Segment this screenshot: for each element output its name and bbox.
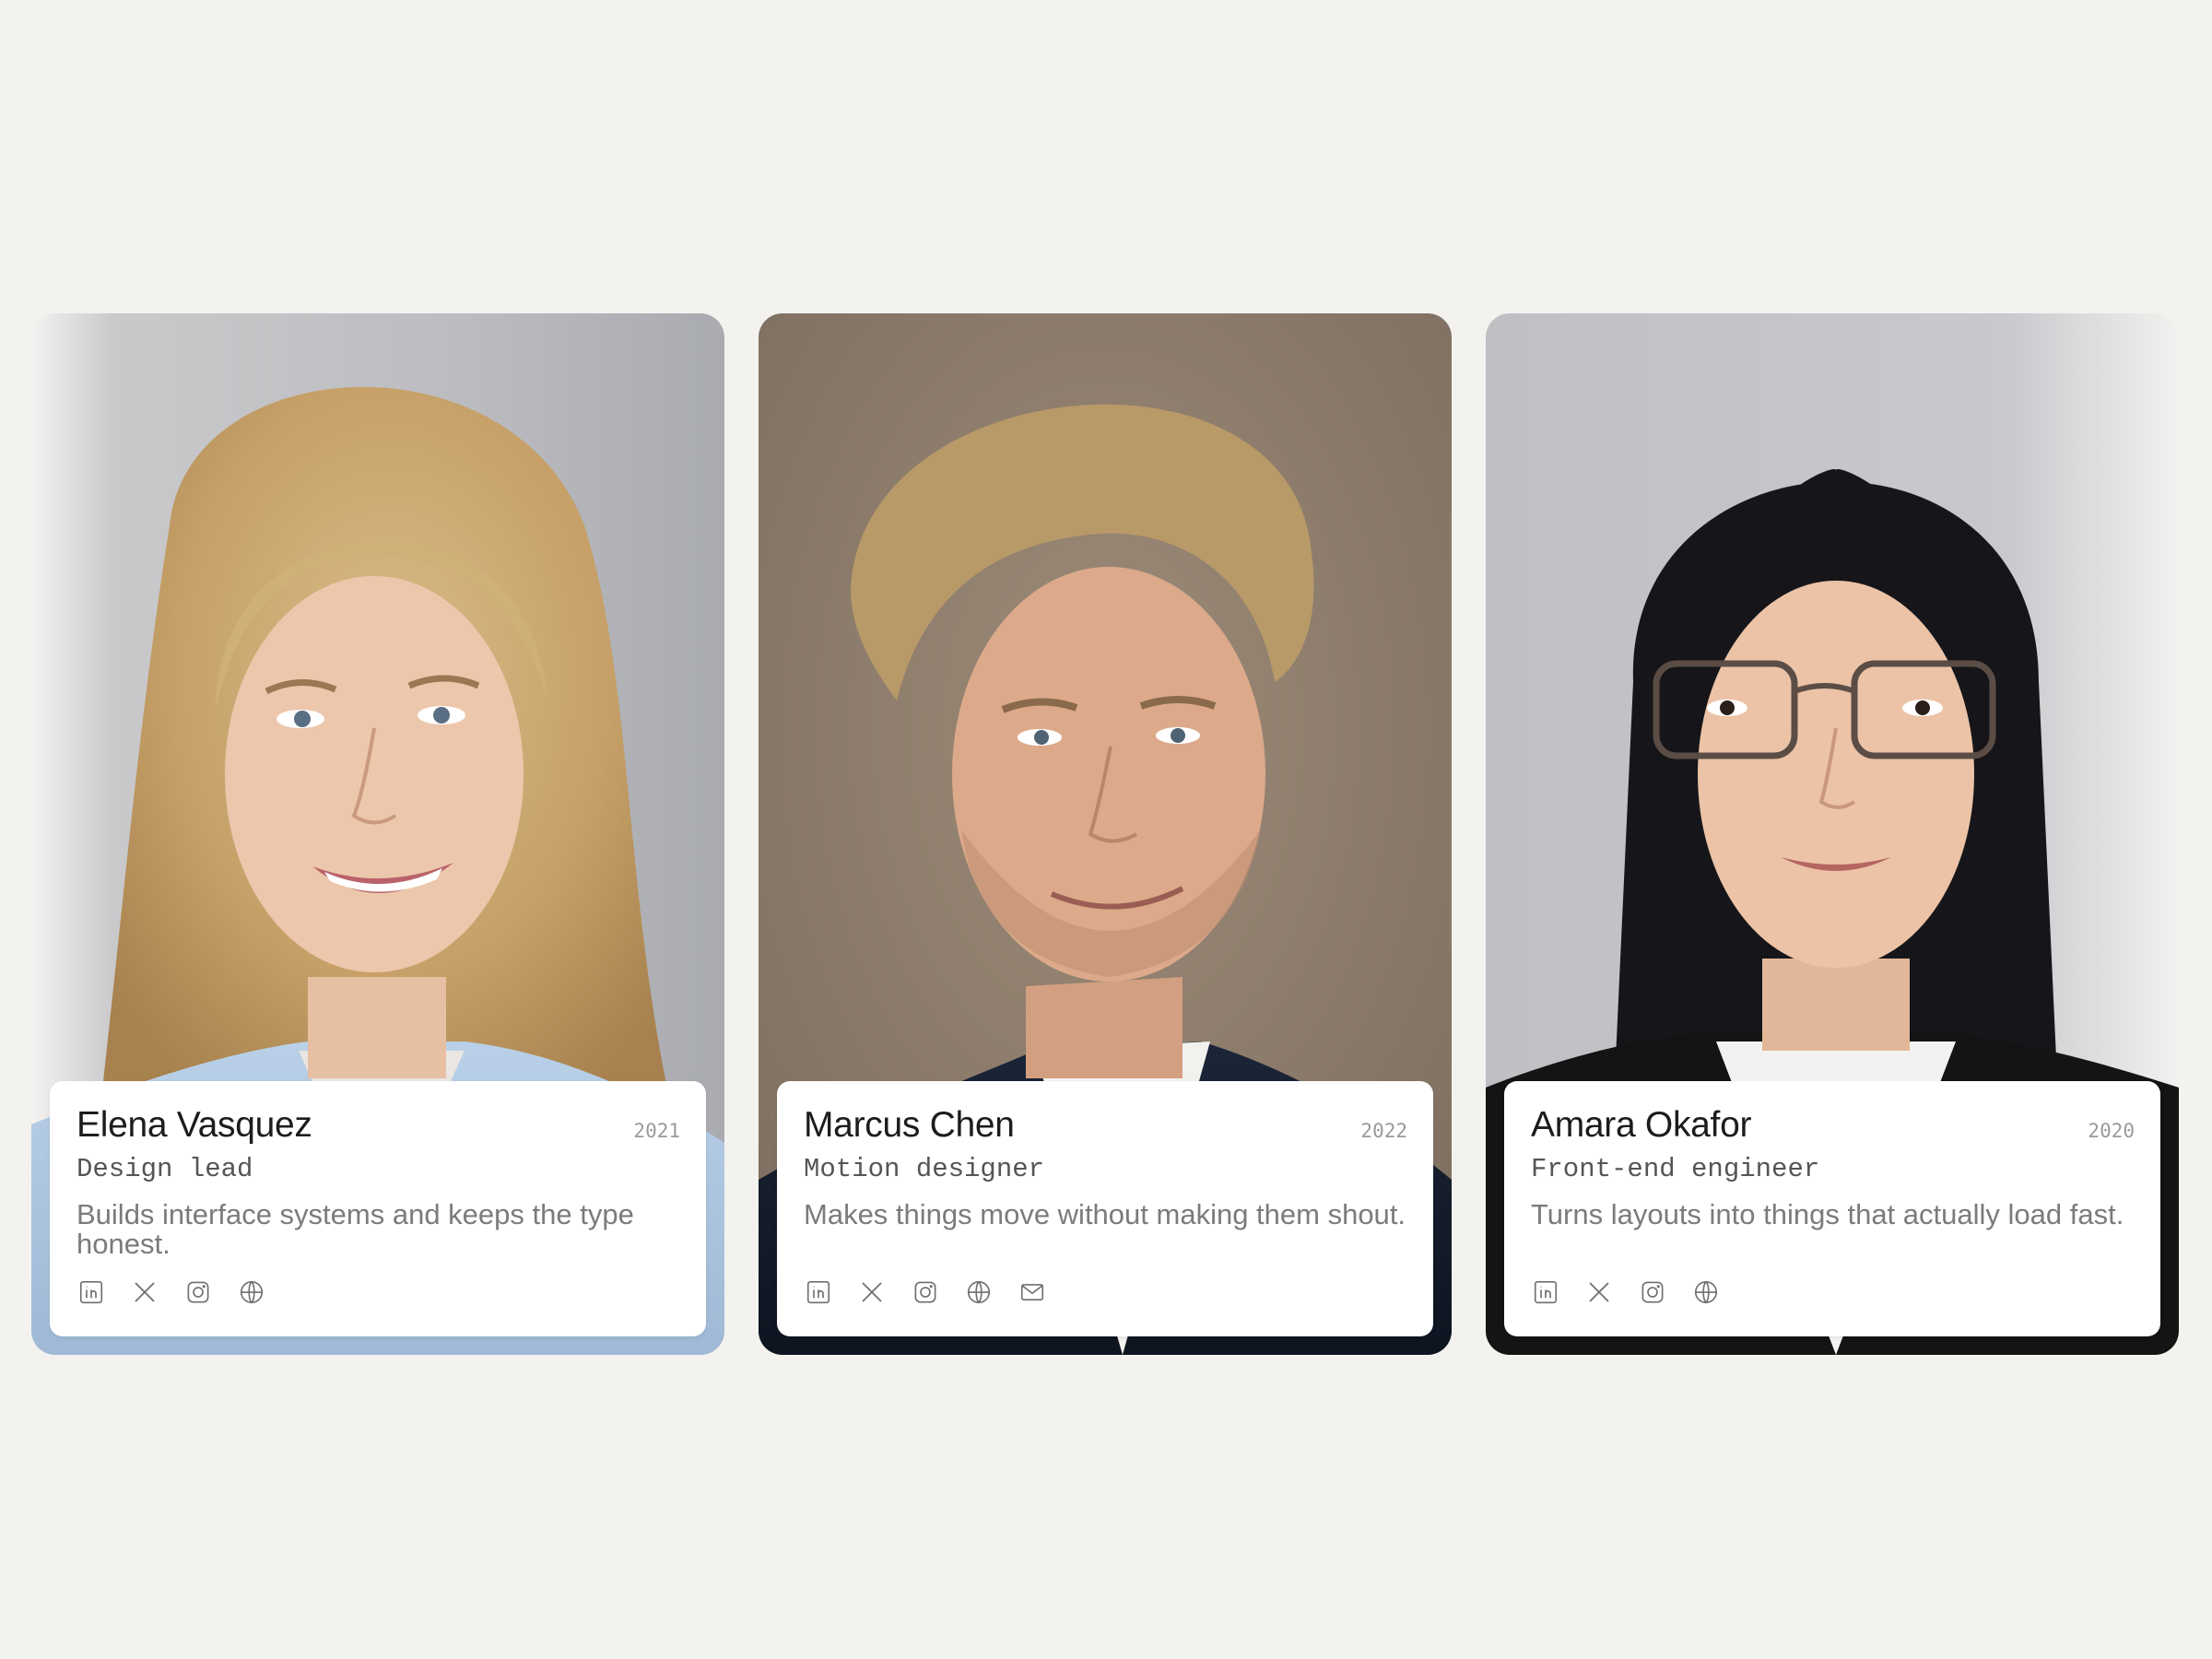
member-bio: Makes things move without making them sh… [804, 1198, 1406, 1230]
social-links [804, 1276, 1047, 1309]
team-card: Amara Okafor 2020 Front-end engineer Tur… [1486, 313, 2179, 1355]
linkedin-icon[interactable] [1531, 1277, 1560, 1307]
member-year: 2020 [2088, 1120, 2135, 1142]
member-role: Front-end engineer [1531, 1154, 1820, 1184]
linkedin-icon[interactable] [804, 1277, 833, 1307]
globe-icon[interactable] [1691, 1277, 1721, 1307]
instagram-icon[interactable] [183, 1277, 213, 1307]
member-info-panel: Elena Vasquez 2021 Design lead Builds in… [50, 1081, 706, 1336]
x-icon[interactable] [1584, 1277, 1614, 1307]
globe-icon[interactable] [237, 1277, 266, 1307]
mail-icon[interactable] [1018, 1277, 1047, 1307]
member-year: 2022 [1360, 1120, 1407, 1142]
member-info-panel: Marcus Chen 2022 Motion designer Makes t… [777, 1081, 1433, 1336]
social-links [1531, 1276, 1721, 1309]
member-role: Design lead [76, 1154, 253, 1184]
member-info-panel: Amara Okafor 2020 Front-end engineer Tur… [1504, 1081, 2160, 1336]
instagram-icon[interactable] [911, 1277, 940, 1307]
member-name: Marcus Chen [804, 1105, 1015, 1145]
globe-icon[interactable] [964, 1277, 994, 1307]
linkedin-icon[interactable] [76, 1277, 106, 1307]
member-role: Motion designer [804, 1154, 1045, 1184]
x-icon[interactable] [857, 1277, 887, 1307]
member-name: Elena Vasquez [76, 1105, 312, 1145]
team-card: Marcus Chen 2022 Motion designer Makes t… [759, 313, 1452, 1355]
member-year: 2021 [633, 1120, 680, 1142]
social-links [76, 1276, 266, 1309]
team-card-grid: Elena Vasquez 2021 Design lead Builds in… [31, 313, 2181, 1355]
member-name: Amara Okafor [1531, 1105, 1752, 1145]
member-bio: Turns layouts into things that actually … [1531, 1198, 2124, 1230]
member-bio: Builds interface systems and keeps the t… [76, 1198, 634, 1260]
instagram-icon[interactable] [1638, 1277, 1667, 1307]
x-icon[interactable] [130, 1277, 159, 1307]
team-card: Elena Vasquez 2021 Design lead Builds in… [31, 313, 724, 1355]
